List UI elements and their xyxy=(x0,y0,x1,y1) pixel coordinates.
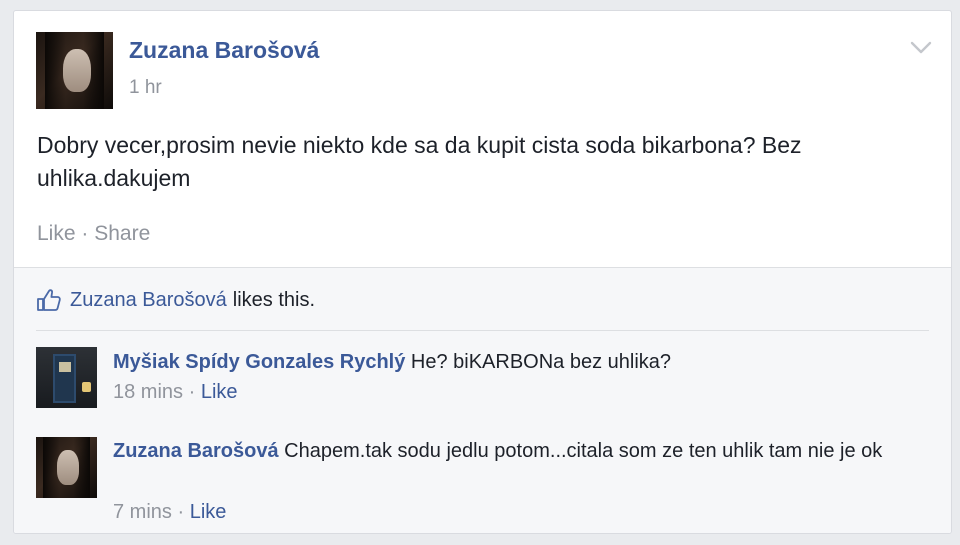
comment-time[interactable]: 18 mins xyxy=(113,381,183,403)
share-link[interactable]: Share xyxy=(94,222,150,245)
action-separator: · xyxy=(81,222,89,245)
post-card: Zuzana Barošová 1 hr Dobry vecer,prosim … xyxy=(13,10,952,534)
comment-like-link[interactable]: Like xyxy=(190,501,227,523)
commenter-avatar[interactable] xyxy=(36,347,97,408)
post-timestamp[interactable]: 1 hr xyxy=(129,77,162,99)
liker-name[interactable]: Zuzana Barošová xyxy=(70,289,227,312)
comment-meta: 18 mins · Like xyxy=(113,381,238,404)
commenter-avatar[interactable] xyxy=(36,437,97,498)
likes-summary: Zuzana Barošová likes this. xyxy=(36,288,315,312)
post-text: Dobry vecer,prosim nevie niekto kde sa d… xyxy=(37,132,802,191)
comment-author[interactable]: Myšiak Spídy Gonzales Rychlý xyxy=(113,351,405,373)
divider xyxy=(36,330,929,331)
chevron-down-icon[interactable] xyxy=(909,37,933,57)
post-author-name[interactable]: Zuzana Barošová xyxy=(129,37,319,64)
likes-suffix: likes this. xyxy=(232,288,316,311)
meta-separator: · xyxy=(188,381,196,403)
feedback-section: Zuzana Barošová likes this. Myšiak Spídy… xyxy=(14,267,951,533)
comment-item: Zuzana Barošová Chapem.tak sodu jedlu po… xyxy=(36,436,916,533)
thumbs-up-icon xyxy=(37,289,61,311)
post-actions: Like · Share xyxy=(37,222,150,246)
comment-text: He? biKARBONa bez uhlika? xyxy=(410,351,672,373)
comment-text: Chapem.tak sodu jedlu potom...citala som… xyxy=(284,440,883,462)
comment-body: Myšiak Spídy Gonzales Rychlý He? biKARBO… xyxy=(113,347,913,378)
comment-body: Zuzana Barošová Chapem.tak sodu jedlu po… xyxy=(113,436,913,467)
comment-like-link[interactable]: Like xyxy=(201,381,238,403)
comment-time[interactable]: 7 mins xyxy=(113,501,172,523)
comment-item: Myšiak Spídy Gonzales Rychlý He? biKARBO… xyxy=(36,347,916,417)
author-avatar[interactable] xyxy=(36,32,113,109)
comment-author[interactable]: Zuzana Barošová xyxy=(113,440,279,462)
like-link[interactable]: Like xyxy=(37,222,76,245)
meta-separator: · xyxy=(177,501,185,523)
comment-meta: 7 mins · Like xyxy=(113,501,226,524)
